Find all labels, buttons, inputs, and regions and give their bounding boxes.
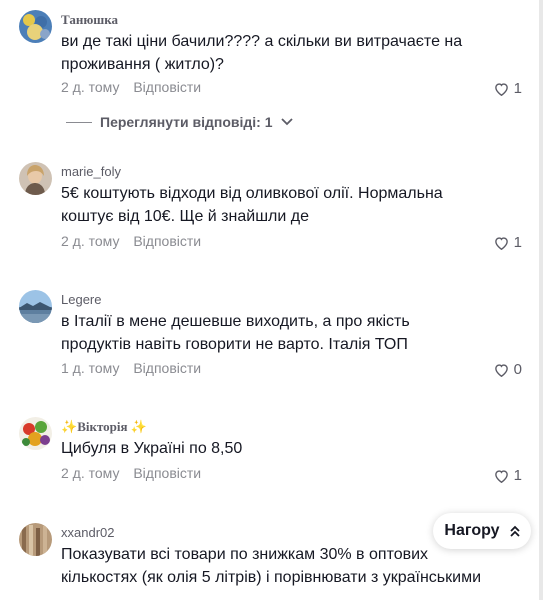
comment-meta: 2 д. тому Відповісти [61, 79, 201, 95]
view-replies-label: Переглянути відповіді: 1 [100, 114, 273, 130]
comment-text: в Італії в мене дешевше виходить, а про … [61, 313, 410, 353]
comment-username-label: Вікторія [77, 419, 128, 434]
comment-username[interactable]: xxandr02 [61, 525, 114, 540]
like-count: 1 [513, 234, 522, 251]
back-to-top-label: Нагору [444, 522, 500, 539]
like-count: 1 [513, 80, 522, 97]
comment-text: 5€ коштують відходи від оливкової олії. … [61, 185, 443, 225]
comment-meta: 2 д. тому Відповісти [61, 233, 201, 249]
avatar[interactable] [19, 417, 52, 450]
comment-username[interactable]: Legere [61, 292, 101, 307]
scroll-track [539, 0, 543, 600]
comment-time: 2 д. тому [61, 79, 120, 95]
like-button[interactable]: 1 [494, 467, 522, 484]
comment-time: 2 д. тому [61, 465, 120, 481]
reply-button[interactable]: Відповісти [133, 79, 201, 95]
chevron-down-icon [280, 118, 293, 126]
heart-icon [494, 363, 508, 377]
comment-meta: 1 д. тому Відповісти [61, 360, 201, 376]
comment-text: ви де такі ціни бачили???? а скільки ви … [61, 33, 463, 73]
comment-meta: 2 д. тому Відповісти [61, 465, 201, 481]
like-button[interactable]: 0 [494, 361, 522, 378]
heart-icon [494, 236, 508, 250]
reply-button[interactable]: Відповісти [133, 233, 201, 249]
comment-time: 1 д. тому [61, 360, 120, 376]
avatar[interactable] [19, 523, 52, 556]
comment-text: Цибуля в Україні по 8,50 [61, 440, 243, 457]
comment-username[interactable]: Танюшка [61, 12, 118, 28]
like-count: 1 [513, 467, 522, 484]
like-button[interactable]: 1 [494, 234, 522, 251]
view-replies-button[interactable]: Переглянути відповіді: 1 [66, 114, 293, 130]
heart-icon [494, 469, 508, 483]
avatar[interactable] [19, 162, 52, 195]
back-to-top-button[interactable]: Нагору [433, 513, 531, 549]
sparkle-icon: ✨ [61, 419, 78, 434]
double-chevron-up-icon [509, 525, 520, 537]
comment-username[interactable]: ✨Вікторія ✨ [61, 419, 147, 435]
heart-icon [494, 82, 508, 96]
reply-button[interactable]: Відповісти [133, 465, 201, 481]
comment-text: Показувати всі товари по знижкам 30% в о… [61, 546, 482, 586]
comment-time: 2 д. тому [61, 233, 120, 249]
divider-line [66, 121, 92, 123]
comment-username[interactable]: marie_foly [61, 164, 121, 179]
like-count: 0 [513, 361, 522, 378]
avatar[interactable] [19, 10, 52, 43]
sparkle-icon: ✨ [130, 419, 147, 434]
avatar[interactable] [19, 290, 52, 323]
like-button[interactable]: 1 [494, 80, 522, 97]
reply-button[interactable]: Відповісти [133, 360, 201, 376]
